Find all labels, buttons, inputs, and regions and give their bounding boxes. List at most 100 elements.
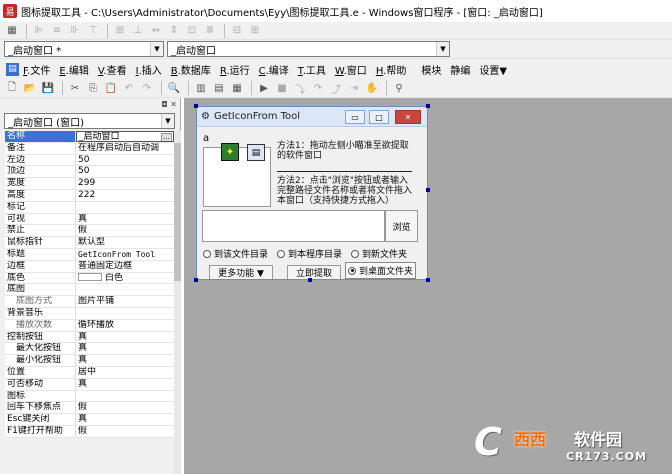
align-right-icon[interactable]: ⊪ — [67, 23, 83, 39]
property-row[interactable]: 宽度 299 — [5, 178, 174, 190]
property-row[interactable]: 图标 — [5, 390, 174, 403]
redo-icon[interactable]: ↷ — [139, 80, 155, 96]
property-row[interactable]: 顶边 50 — [5, 166, 174, 179]
property-row[interactable]: 回车下移焦点假 — [5, 402, 174, 415]
property-value[interactable]: 真 — [76, 343, 174, 355]
form-title-bar[interactable]: ⚙ GetIconFrom Tool — [197, 107, 427, 127]
property-row[interactable]: 边框 普通固定边框 — [5, 260, 174, 273]
property-row[interactable]: 可视真 — [5, 213, 174, 226]
ellipsis-button[interactable]: ... — [161, 133, 172, 141]
property-value[interactable]: 假 — [76, 225, 174, 237]
menu-compile[interactable]: C.编译 — [259, 62, 289, 77]
align-top-icon[interactable]: ⊤ — [85, 23, 101, 39]
run-to-cursor-icon[interactable]: ⇥ — [346, 80, 362, 96]
designed-form[interactable]: ⚙ GetIconFrom Tool ▭ □ ✕ a ✦ ▤ 方法1：拖动左侧小… — [196, 106, 428, 280]
menu-tools[interactable]: T.工具 — [298, 62, 326, 77]
property-row[interactable]: 底色 白色 — [5, 272, 174, 285]
property-value[interactable]: GetIconFrom Tool — [76, 248, 174, 260]
extract-now-button[interactable]: 立即提取 — [287, 265, 341, 279]
menu-app-icon[interactable]: ▤ — [6, 62, 19, 76]
radio-dot[interactable] — [277, 249, 285, 258]
same-width-icon[interactable]: ⇔ — [148, 23, 164, 39]
property-value[interactable]: 图片平铺 — [76, 296, 174, 307]
radio-program-dir[interactable]: 到本程序目录 — [277, 247, 342, 260]
property-value[interactable]: 真 — [76, 414, 174, 425]
maximize-button[interactable]: □ — [369, 110, 389, 124]
chevron-down-icon[interactable]: ▼ — [161, 114, 174, 128]
align-left-icon[interactable]: ⊫ — [31, 23, 47, 39]
property-row[interactable]: 底图方式 图片平铺 — [5, 296, 174, 308]
radio-dot[interactable] — [203, 249, 211, 258]
stop-icon[interactable]: ■ — [274, 80, 290, 96]
target-drag-icon[interactable]: ✦ — [221, 143, 239, 161]
property-value[interactable]: 299 — [76, 178, 174, 189]
property-row[interactable]: 名称 _启动窗口... — [5, 131, 174, 143]
property-value[interactable] — [76, 307, 174, 319]
chevron-down-icon[interactable]: ▼ — [436, 42, 449, 56]
property-value[interactable]: 真 — [76, 213, 174, 225]
undo-icon[interactable]: ↶ — [121, 80, 137, 96]
paste-icon[interactable]: 📋 — [103, 80, 119, 96]
property-value[interactable]: 循环播放 — [76, 319, 174, 331]
property-value[interactable]: 默认型 — [76, 237, 174, 248]
run-icon[interactable]: ▶ — [256, 80, 272, 96]
align-center-icon[interactable]: ≡ — [49, 23, 65, 39]
radio-dot-selected[interactable] — [348, 266, 356, 275]
property-scrollbar[interactable] — [174, 131, 181, 474]
property-row[interactable]: 播放次数 循环播放 — [5, 319, 174, 332]
property-value[interactable]: 50 — [76, 154, 174, 166]
chevron-down-icon[interactable]: ▼ — [150, 42, 163, 56]
property-row[interactable]: 位置 居中 — [5, 366, 174, 379]
radio-desktop-folder[interactable]: 到桌面文件夹 — [345, 262, 417, 279]
resize-handle[interactable] — [194, 278, 198, 282]
layout-panel-icon[interactable]: ▥ — [193, 80, 209, 96]
property-value[interactable]: 白色 — [76, 272, 174, 284]
align-middle-icon[interactable]: ⊞ — [112, 23, 128, 39]
property-row[interactable]: 高度 222 — [5, 189, 174, 202]
property-value[interactable]: 居中 — [76, 366, 174, 378]
resize-handle[interactable] — [426, 188, 430, 192]
browse-button[interactable]: 浏览 — [385, 210, 418, 242]
property-row[interactable]: 底图 — [5, 284, 174, 297]
new-file-icon[interactable]: 🗋 — [4, 80, 20, 96]
resize-handle[interactable] — [308, 278, 312, 282]
save-icon[interactable]: 💾 — [40, 80, 56, 96]
property-row[interactable]: 背景音乐 — [5, 307, 174, 320]
copy-icon[interactable]: ⎘ — [85, 80, 101, 96]
align-bottom-icon[interactable]: ⊥ — [130, 23, 146, 39]
path-input[interactable] — [202, 210, 385, 242]
property-row[interactable]: 备注 在程序启动后自动调 — [5, 142, 174, 155]
step-out-icon[interactable]: ⤴ — [328, 80, 344, 96]
property-value[interactable]: 真 — [76, 331, 174, 343]
property-row[interactable]: 标记 — [5, 201, 174, 214]
menu-run[interactable]: R.运行 — [220, 62, 250, 77]
property-value[interactable] — [76, 284, 174, 296]
object-selector[interactable]: _启动窗口 (窗口) ▼ — [4, 113, 175, 129]
property-row[interactable]: 可否移动真 — [5, 378, 174, 391]
cut-icon[interactable]: ✂ — [67, 80, 83, 96]
open-folder-icon[interactable]: 📂 — [22, 80, 38, 96]
resize-handle[interactable] — [426, 278, 430, 282]
menu-view[interactable]: V.查看 — [98, 62, 127, 77]
property-value[interactable] — [76, 390, 174, 402]
h-space-icon[interactable]: Ⅲ — [202, 23, 218, 39]
property-row[interactable]: 禁止假 — [5, 225, 174, 238]
resize-handle[interactable] — [426, 104, 430, 108]
step-into-icon[interactable]: ⤵ — [292, 80, 308, 96]
property-value[interactable]: 222 — [76, 189, 174, 201]
layout-grid-icon[interactable]: ▦ — [229, 80, 245, 96]
menu-database[interactable]: B.数据库 — [171, 62, 211, 77]
property-value[interactable] — [76, 201, 174, 213]
property-row[interactable]: Esc键关闭真 — [5, 414, 174, 426]
property-row[interactable]: 鼠标指针 默认型 — [5, 237, 174, 249]
window-combo-right[interactable]: _启动窗口 ▼ — [167, 41, 450, 57]
window-combo-left[interactable]: _启动窗口 * ▼ — [4, 41, 164, 57]
grid-icon[interactable]: ▦ — [4, 23, 20, 39]
property-row[interactable]: 控制按钮真 — [5, 331, 174, 344]
center-h-icon[interactable]: ⊟ — [229, 23, 245, 39]
property-value[interactable]: 在程序启动后自动调 — [76, 142, 174, 154]
radio-dot[interactable] — [351, 249, 359, 258]
property-value[interactable]: 普通固定边框 — [76, 260, 174, 272]
radio-file-dir[interactable]: 到该文件目录 — [203, 247, 268, 260]
menu-file[interactable]: F.文件 — [23, 62, 50, 77]
